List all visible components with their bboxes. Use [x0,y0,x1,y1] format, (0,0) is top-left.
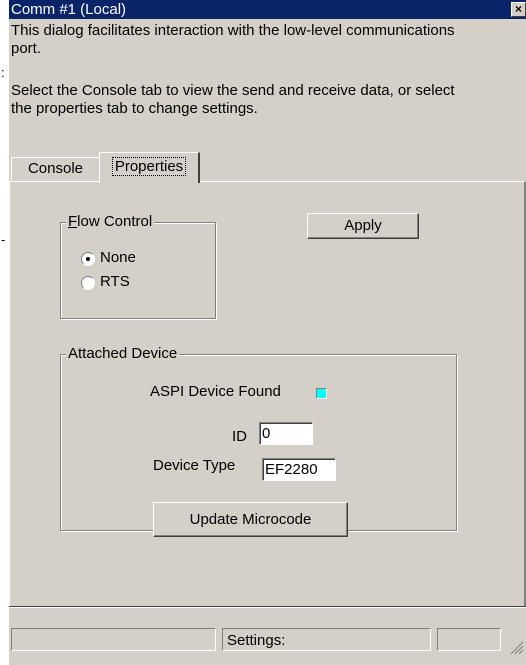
description-line-3: Select the Console tab to view the send … [11,82,455,99]
tab-console[interactable]: Console [11,157,100,180]
tab-console-label: Console [27,160,84,177]
flow-control-label: Flow Control [66,213,155,230]
comm-dialog-window: Comm #1 (Local) × This dialog facilitate… [9,0,526,665]
device-type-field[interactable]: EF2280 [262,458,336,481]
id-label: ID [232,428,247,445]
status-pane-3 [437,628,501,651]
flow-rts-label[interactable]: RTS [100,272,130,292]
id-field[interactable]: 0 [259,422,313,445]
properties-panel: Flow Control None RTS Apply Attached Dev… [9,181,526,607]
apply-button[interactable]: Apply [307,213,419,239]
status-pane-settings: Settings: [222,628,431,651]
aspi-indicator-icon [316,388,327,399]
flow-control-label-text: low Control [77,213,153,230]
status-pane-1 [11,628,216,651]
description-line-1: This dialog facilitates interaction with… [11,22,455,39]
flow-control-group [60,222,216,319]
radio-icon[interactable] [81,276,95,290]
flow-control-mnemonic: F [68,213,78,230]
radio-selected-dot [86,257,90,261]
separator-line [9,607,526,608]
radio-icon[interactable] [81,252,95,266]
title-bar: Comm #1 (Local) × [9,0,526,19]
tab-properties[interactable]: Properties [99,152,200,183]
update-microcode-button[interactable]: Update Microcode [153,502,348,537]
close-icon[interactable]: × [511,2,526,17]
aspi-device-found-label: ASPI Device Found [150,383,281,400]
device-type-label: Device Type [153,457,236,474]
tab-properties-label: Properties [111,157,187,176]
description-line-2: port. [11,40,42,57]
attached-device-label: Attached Device [66,345,180,362]
flow-none-label[interactable]: None [100,248,136,268]
description-line-4: the properties tab to change settings. [11,100,258,117]
window-title: Comm #1 (Local) [11,1,127,18]
resize-grip-icon[interactable] [510,641,524,655]
edge-mark: : [1,65,5,80]
edge-mark: - [1,232,6,247]
